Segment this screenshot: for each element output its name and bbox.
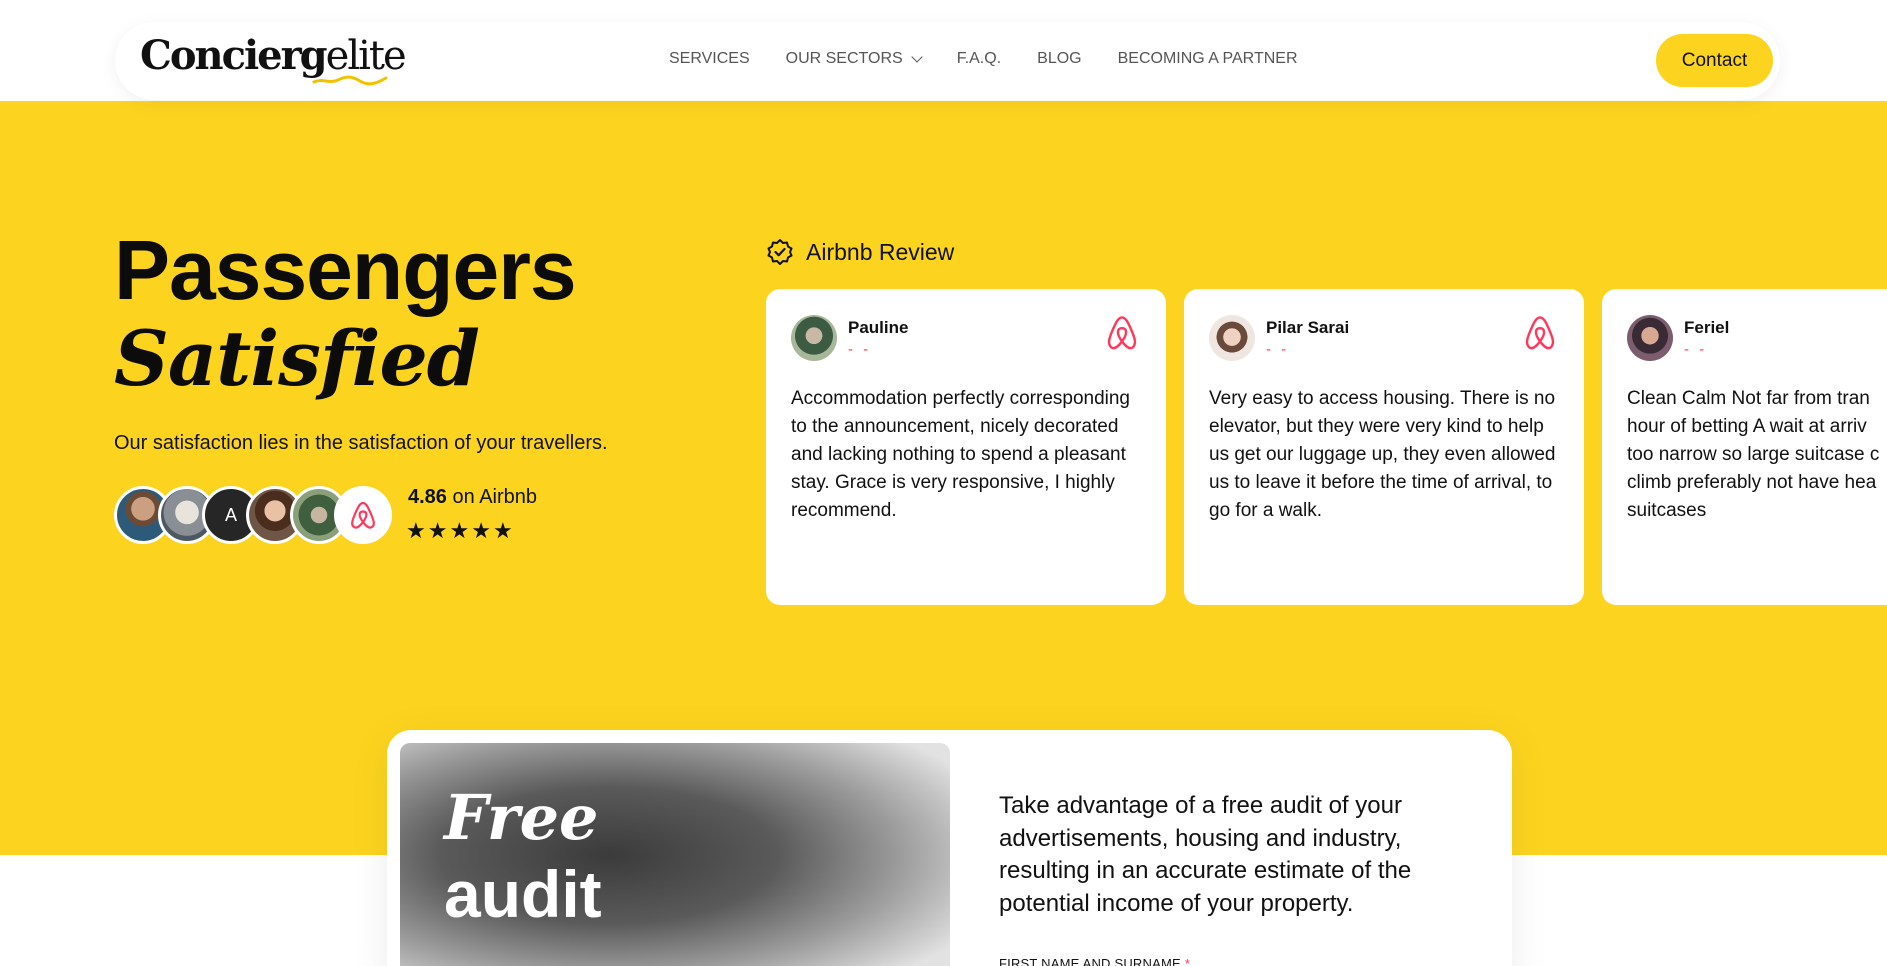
avatar xyxy=(791,315,837,361)
review-text: Accommodation perfectly corresponding to… xyxy=(791,388,1131,521)
star-icon: ★ xyxy=(492,519,515,544)
audit-title-italic: Free xyxy=(444,781,599,854)
reviewer-dash: - - xyxy=(1266,341,1290,358)
nav-becoming-partner[interactable]: BECOMING A PARTNER xyxy=(1118,50,1298,68)
star-icon: ★ xyxy=(471,519,493,544)
reviewer-name: Pilar Sarai xyxy=(1266,318,1350,337)
name-field-label-text: FIRST NAME AND SURNAME xyxy=(999,956,1181,966)
name-field-label: FIRST NAME AND SURNAME * xyxy=(999,956,1190,966)
reviewer-name: Pauline xyxy=(848,318,909,337)
nav-faq-label: F.A.Q. xyxy=(956,50,1002,67)
rating-stars: ★★★★★ xyxy=(406,519,515,544)
reviewer-name: Feriel xyxy=(1684,318,1730,337)
star-icon: ★ xyxy=(449,519,472,544)
hero-subtitle: Our satisfaction lies in the satisfactio… xyxy=(114,432,608,454)
audit-image: Free audit xyxy=(400,743,950,966)
reviewer-dash: - - xyxy=(1684,341,1708,358)
logo-text-thin: elite xyxy=(325,33,407,79)
review-card: Feriel - - Clean Calm Not far from tran … xyxy=(1602,289,1887,605)
chevron-down-icon xyxy=(911,50,923,63)
reviewer-dash: - - xyxy=(848,341,872,358)
hero-title-italic: Satisfied xyxy=(114,314,480,403)
audit-description: Take advantage of a free audit of your a… xyxy=(999,792,1412,917)
star-icon: ★ xyxy=(427,519,450,544)
review-text-line: Clean Calm Not far from tran xyxy=(1627,388,1870,409)
nav-services-label: SERVICES xyxy=(669,50,750,67)
nav-services[interactable]: SERVICES xyxy=(669,50,750,68)
airbnb-icon xyxy=(1525,316,1555,350)
main-nav: SERVICES OUR SECTORS F.A.Q. BLOG BECOMIN… xyxy=(669,50,1298,68)
logo-text-bold: Concierg xyxy=(140,32,328,79)
nav-blog[interactable]: BLOG xyxy=(1037,50,1081,68)
reviews-heading: Airbnb Review xyxy=(766,238,954,266)
airbnb-icon xyxy=(351,501,375,529)
logo[interactable]: Conciergelite xyxy=(140,32,407,88)
review-text-line: too narrow so large suitcase c xyxy=(1627,444,1880,465)
airbnb-badge xyxy=(334,486,392,544)
required-mark: * xyxy=(1184,956,1191,966)
logo-text: Conciergelite xyxy=(140,32,407,80)
nav-our-sectors[interactable]: OUR SECTORS xyxy=(785,50,923,68)
review-card: Pauline - - Accommodation perfectly corr… xyxy=(766,289,1166,605)
airbnb-icon xyxy=(1107,316,1137,350)
nav-blog-label: BLOG xyxy=(1037,50,1082,67)
audit-panel: Free audit Take advantage of a free audi… xyxy=(387,730,1512,966)
contact-button[interactable]: Contact xyxy=(1656,34,1773,87)
audit-title: audit xyxy=(444,857,602,931)
hero-title: Passengers xyxy=(114,223,577,317)
nav-our-sectors-label: OUR SECTORS xyxy=(785,50,903,67)
verified-badge-icon xyxy=(767,239,793,265)
rating-value: 4.86 xyxy=(408,486,447,508)
review-card: Pilar Sarai - - Very easy to access hous… xyxy=(1184,289,1584,605)
review-text-line: hour of betting A wait at arriv xyxy=(1627,416,1867,437)
nav-faq[interactable]: F.A.Q. xyxy=(957,50,1001,68)
reviews-heading-label: Airbnb Review xyxy=(806,238,955,265)
review-text: Clean Calm Not far from tran hour of bet… xyxy=(1627,385,1887,525)
rating-suffix: on Airbnb xyxy=(446,486,538,508)
avatar xyxy=(1627,315,1673,361)
review-text: Very easy to access housing. There is no… xyxy=(1209,388,1556,521)
star-icon: ★ xyxy=(406,519,428,544)
reviewer-avatars: A xyxy=(114,486,392,544)
review-text-line: suitcases xyxy=(1627,500,1707,521)
rating-text: 4.86 on Airbnb xyxy=(408,486,537,509)
nav-becoming-partner-label: BECOMING A PARTNER xyxy=(1117,50,1298,67)
avatar xyxy=(1209,315,1255,361)
review-text-line: climb preferably not have hea xyxy=(1627,472,1877,493)
logo-swoosh-icon xyxy=(312,75,388,86)
